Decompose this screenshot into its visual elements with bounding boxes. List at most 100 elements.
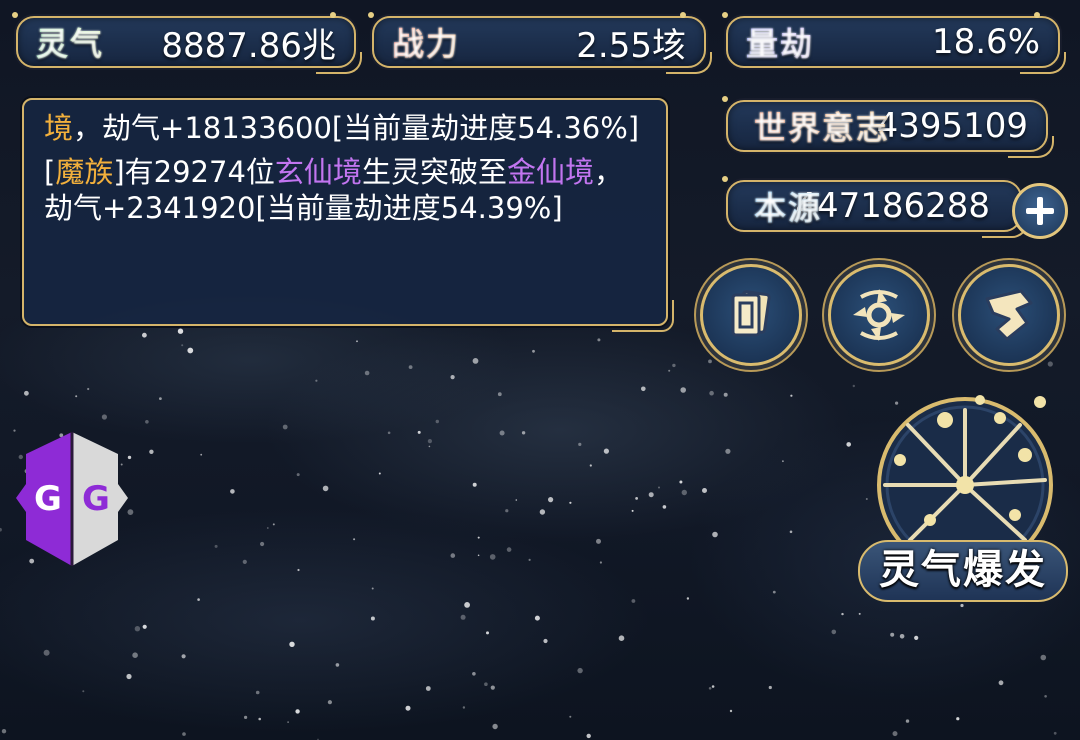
star (460, 614, 466, 620)
calamity-stat[interactable]: 量劫 18.6% (722, 12, 1066, 74)
star (0, 527, 2, 532)
star (589, 464, 592, 467)
star (956, 717, 960, 721)
star (472, 482, 477, 487)
star (214, 544, 218, 548)
star (82, 690, 85, 693)
cards-icon (731, 290, 771, 337)
event-log-panel: 境，劫气+18133600[当前量劫进度54.36%] [魔族]有29274位玄… (22, 98, 674, 332)
star (708, 687, 712, 690)
star (631, 509, 634, 512)
realm-name: 玄仙境 (274, 155, 362, 189)
vortex-button[interactable] (828, 264, 930, 366)
combat-power-label: 战力 (392, 19, 460, 65)
world-will-value: 4395109 (876, 106, 1028, 146)
calamity-label: 量劫 (746, 19, 814, 65)
star (132, 652, 138, 658)
flag-icon (985, 289, 1033, 341)
star (521, 431, 526, 435)
star (75, 395, 78, 398)
star (335, 663, 340, 667)
star (489, 554, 496, 560)
star (272, 523, 275, 526)
add-origin-button[interactable] (1012, 183, 1068, 239)
star (680, 387, 686, 393)
star (641, 386, 646, 392)
gameguardian-logo[interactable]: G G (12, 428, 132, 570)
star (24, 390, 29, 396)
spirit-burst-label[interactable]: 灵气爆发 (858, 540, 1068, 602)
star (532, 349, 535, 353)
star (282, 424, 288, 430)
star (371, 587, 374, 590)
combat-power-stat[interactable]: 战力 2.55垓 (368, 12, 712, 74)
star (258, 717, 262, 721)
star (126, 673, 132, 680)
star (599, 561, 603, 564)
star (266, 527, 269, 529)
flag-button[interactable] (958, 264, 1060, 366)
star (187, 347, 194, 354)
origin-value: 447186288 (795, 186, 990, 226)
origin-label: 本源 (754, 183, 822, 229)
star (729, 709, 733, 713)
star (782, 460, 784, 463)
star (709, 390, 714, 396)
event-log-message: 境，劫气+18133600[当前量劫进度54.36%] (44, 110, 648, 146)
star (477, 554, 480, 557)
star (672, 363, 676, 368)
star (242, 559, 247, 565)
realm-name: 金仙境 (506, 155, 594, 189)
star (244, 715, 248, 720)
lingqi-stat[interactable]: 灵气 8887.86兆 (12, 12, 362, 74)
star (539, 509, 546, 515)
star (472, 672, 476, 676)
origin-stat[interactable]: 本源 447186288 (722, 176, 1028, 238)
star (528, 558, 531, 562)
lingqi-value: 8887.86兆 (161, 25, 336, 66)
star (428, 445, 431, 448)
star (486, 631, 489, 635)
star (505, 509, 509, 513)
star (841, 612, 844, 616)
message-fragment: [ (44, 155, 56, 189)
world-will-stat[interactable]: 世界意志 4395109 (722, 96, 1054, 158)
star (708, 359, 712, 364)
star (702, 488, 707, 493)
star (892, 731, 898, 737)
star (668, 369, 671, 372)
star (586, 733, 591, 739)
star (1040, 654, 1047, 661)
star (315, 379, 318, 382)
star (648, 492, 654, 498)
star (905, 719, 910, 723)
star (287, 721, 289, 723)
star (101, 414, 107, 420)
star (182, 732, 186, 736)
star (297, 568, 300, 572)
star (159, 397, 162, 400)
message-fragment: 生灵突破至 (361, 155, 507, 189)
star (858, 612, 861, 615)
cards-button[interactable] (700, 264, 802, 366)
star (914, 635, 919, 641)
star (679, 480, 683, 484)
vortex-icon (853, 289, 905, 341)
star (603, 448, 610, 454)
race-name: 魔族 (55, 155, 114, 189)
star (322, 485, 329, 492)
message-fragment: ，劫气+18133600[当前量劫进度54.36%] (73, 111, 640, 145)
star (289, 641, 295, 647)
star (356, 340, 358, 343)
star (1053, 731, 1057, 735)
star (484, 682, 488, 686)
star (635, 497, 638, 500)
star (490, 685, 495, 690)
star (577, 667, 583, 674)
star (296, 473, 300, 477)
star (417, 430, 421, 434)
star (790, 394, 793, 397)
star (618, 635, 625, 641)
message-fragment: 境 (44, 111, 74, 145)
star (768, 685, 772, 690)
